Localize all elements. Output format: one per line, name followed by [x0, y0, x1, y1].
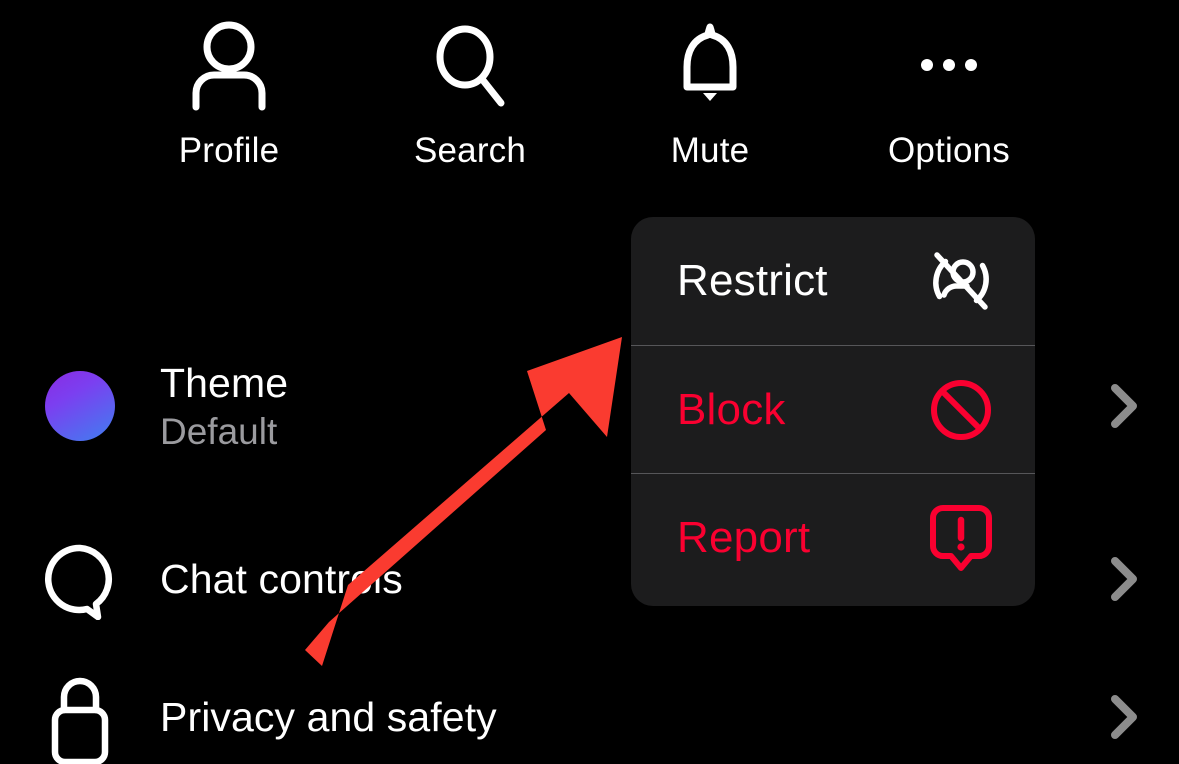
report-exclamation-bubble-icon	[923, 500, 999, 576]
setting-row-privacy-and-safety[interactable]: Privacy and safety	[0, 670, 1179, 764]
chevron-right-icon[interactable]	[1069, 376, 1179, 436]
action-options[interactable]: Options	[829, 14, 1069, 172]
action-profile-label: Profile	[178, 131, 280, 170]
action-mute-label: Mute	[670, 131, 750, 170]
action-search-label: Search	[413, 131, 527, 170]
options-context-menu: Restrict Block Report	[631, 217, 1035, 606]
action-options-label: Options	[887, 131, 1011, 170]
restrict-person-slash-icon	[923, 245, 999, 317]
menu-item-restrict-label: Restrict	[677, 256, 828, 305]
menu-item-report[interactable]: Report	[631, 473, 1035, 601]
menu-item-block-label: Block	[677, 384, 786, 434]
menu-item-report-label: Report	[677, 512, 811, 562]
action-search[interactable]: Search	[350, 14, 590, 172]
top-action-bar: Profile Search Mute Options	[0, 0, 1179, 210]
bell-icon	[590, 14, 830, 116]
action-mute[interactable]: Mute	[590, 14, 830, 172]
search-icon	[350, 14, 590, 116]
chevron-right-icon[interactable]	[1069, 687, 1179, 747]
chevron-right-icon[interactable]	[1069, 549, 1179, 609]
action-profile[interactable]: Profile	[109, 14, 349, 172]
setting-privacy-and-safety-title: Privacy and safety	[160, 694, 497, 740]
ellipsis-icon	[829, 14, 1069, 116]
menu-item-block[interactable]: Block	[631, 345, 1035, 473]
setting-privacy-and-safety-text: Privacy and safety	[160, 693, 1069, 741]
lock-icon	[0, 670, 160, 764]
theme-color-swatch	[0, 371, 160, 441]
block-circle-slash-icon	[923, 374, 999, 446]
menu-item-restrict[interactable]: Restrict	[631, 217, 1035, 345]
chat-bubble-icon	[0, 538, 160, 620]
person-icon	[109, 14, 349, 116]
